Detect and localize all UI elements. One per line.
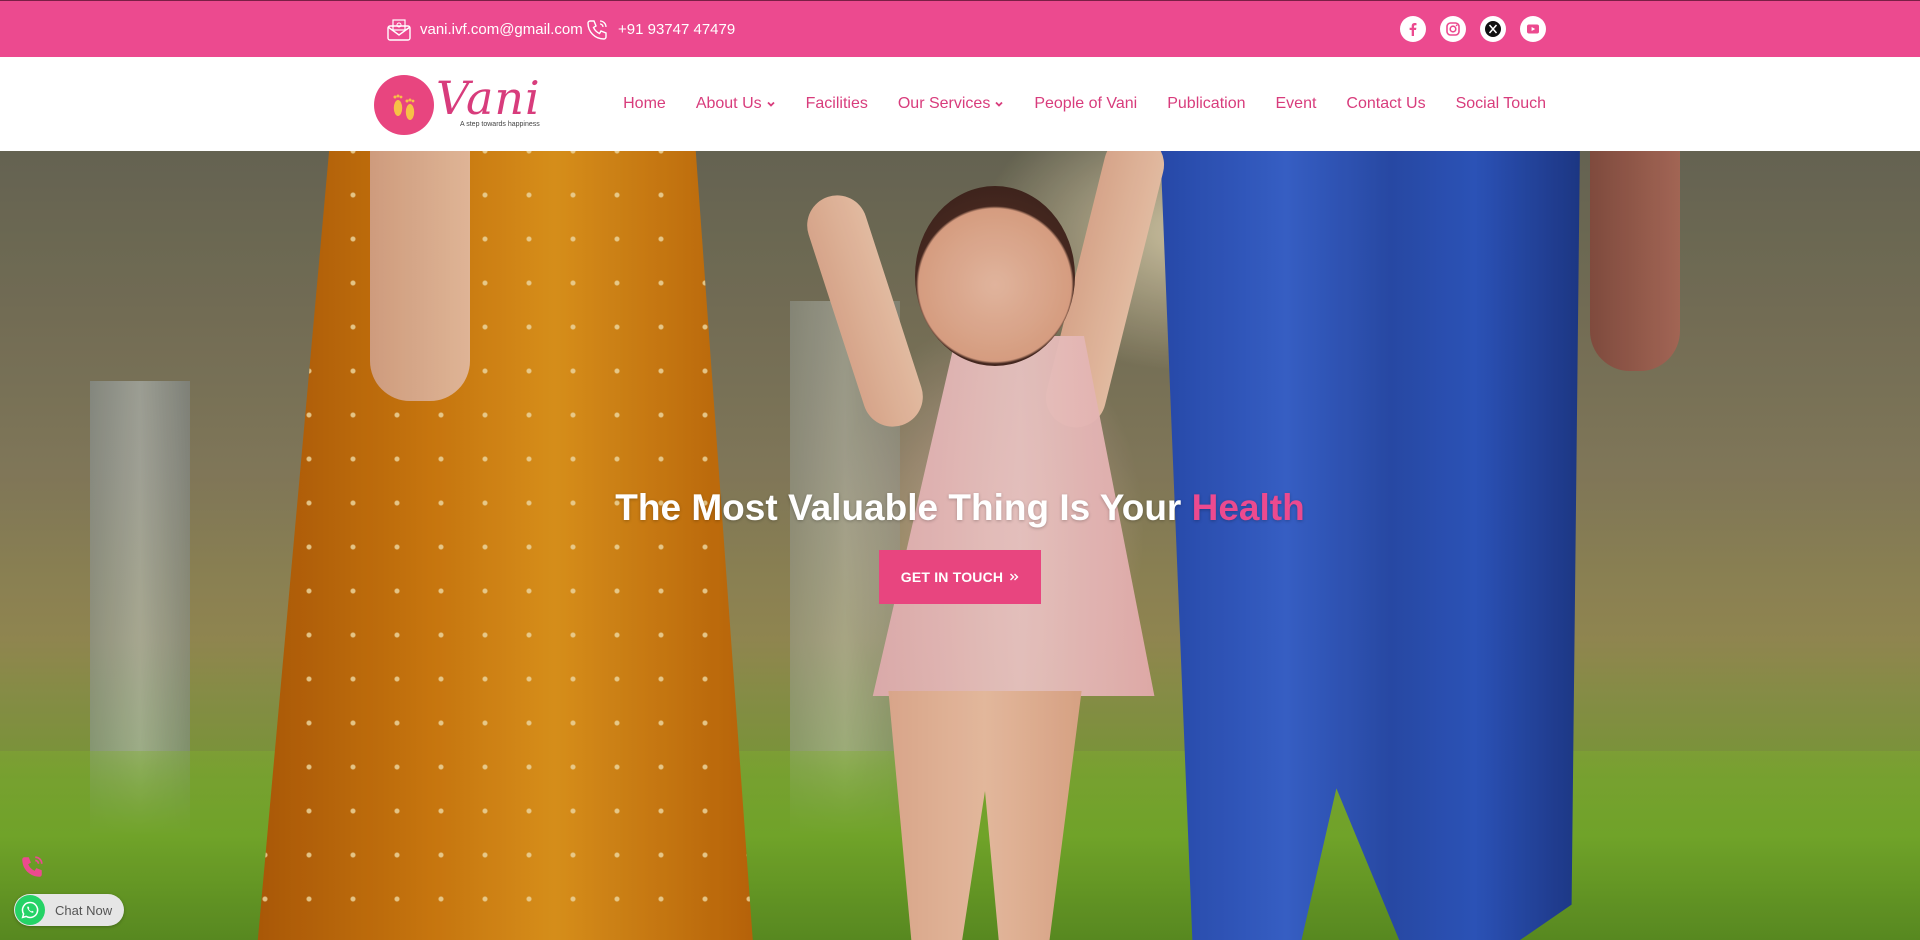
nav-label: Contact Us bbox=[1346, 95, 1426, 112]
whatsapp-chat-button[interactable]: Chat Now bbox=[14, 894, 124, 926]
x-icon[interactable] bbox=[1480, 16, 1506, 42]
instagram-icon[interactable] bbox=[1440, 16, 1466, 42]
nav-label: Social Touch bbox=[1455, 95, 1546, 112]
phone-icon bbox=[584, 17, 610, 43]
chevron-down-icon bbox=[766, 99, 776, 109]
youtube-icon[interactable] bbox=[1520, 16, 1546, 42]
nav-item-publication[interactable]: Publication bbox=[1167, 95, 1245, 113]
footprints-icon bbox=[374, 75, 434, 135]
envelope-icon bbox=[386, 17, 412, 43]
main-menu: Home About Us Facilities Our Services Pe… bbox=[623, 57, 1546, 151]
get-in-touch-button[interactable]: GET IN TOUCH bbox=[879, 550, 1041, 604]
email-contact[interactable]: vani.ivf.com@gmail.com bbox=[386, 1, 583, 58]
double-chevron-right-icon bbox=[1009, 569, 1019, 585]
nav-item-facilities[interactable]: Facilities bbox=[806, 95, 868, 113]
nav-label: Publication bbox=[1167, 95, 1246, 112]
main-navbar: Vani A step towards happiness Home About… bbox=[0, 57, 1920, 151]
whatsapp-icon bbox=[15, 895, 45, 925]
phone-text: +91 93747 47479 bbox=[618, 21, 736, 38]
chevron-down-icon bbox=[994, 99, 1004, 109]
nav-item-contact-us[interactable]: Contact Us bbox=[1346, 95, 1425, 113]
social-links bbox=[1400, 16, 1546, 42]
hero-title-accent: Health bbox=[1191, 487, 1305, 528]
hero-overlay bbox=[0, 151, 1920, 940]
chat-now-label: Chat Now bbox=[55, 902, 113, 918]
nav-item-people-of-vani[interactable]: People of Vani bbox=[1034, 95, 1137, 113]
nav-item-home[interactable]: Home bbox=[623, 95, 666, 113]
hero-title-main: The Most Valuable Thing Is Your bbox=[615, 487, 1192, 528]
logo-tagline: A step towards happiness bbox=[460, 121, 540, 128]
nav-item-social-touch[interactable]: Social Touch bbox=[1456, 95, 1546, 113]
top-contact-bar-inner: vani.ivf.com@gmail.com +91 93747 47479 bbox=[386, 1, 1546, 58]
hero-title: The Most Valuable Thing Is Your Health bbox=[0, 487, 1920, 529]
phone-icon[interactable] bbox=[18, 853, 46, 881]
nav-label: Home bbox=[623, 95, 666, 112]
hero-banner: The Most Valuable Thing Is Your Health G… bbox=[0, 151, 1920, 940]
nav-item-about-us[interactable]: About Us bbox=[696, 95, 776, 113]
nav-label: Our Services bbox=[897, 95, 991, 112]
nav-label: About Us bbox=[695, 95, 762, 112]
nav-item-event[interactable]: Event bbox=[1276, 95, 1317, 113]
logo-wordmark: Vani bbox=[436, 71, 541, 125]
nav-item-our-services[interactable]: Our Services bbox=[898, 95, 1004, 113]
nav-label: Facilities bbox=[805, 95, 868, 112]
vani-logo[interactable]: Vani A step towards happiness bbox=[374, 71, 554, 137]
top-contact-bar: vani.ivf.com@gmail.com +91 93747 47479 bbox=[0, 0, 1920, 57]
cta-label: GET IN TOUCH bbox=[900, 569, 1004, 585]
nav-label: Event bbox=[1275, 95, 1317, 112]
phone-contact[interactable]: +91 93747 47479 bbox=[584, 1, 735, 58]
email-text: vani.ivf.com@gmail.com bbox=[420, 21, 583, 38]
nav-label: People of Vani bbox=[1034, 95, 1138, 112]
facebook-icon[interactable] bbox=[1400, 16, 1426, 42]
